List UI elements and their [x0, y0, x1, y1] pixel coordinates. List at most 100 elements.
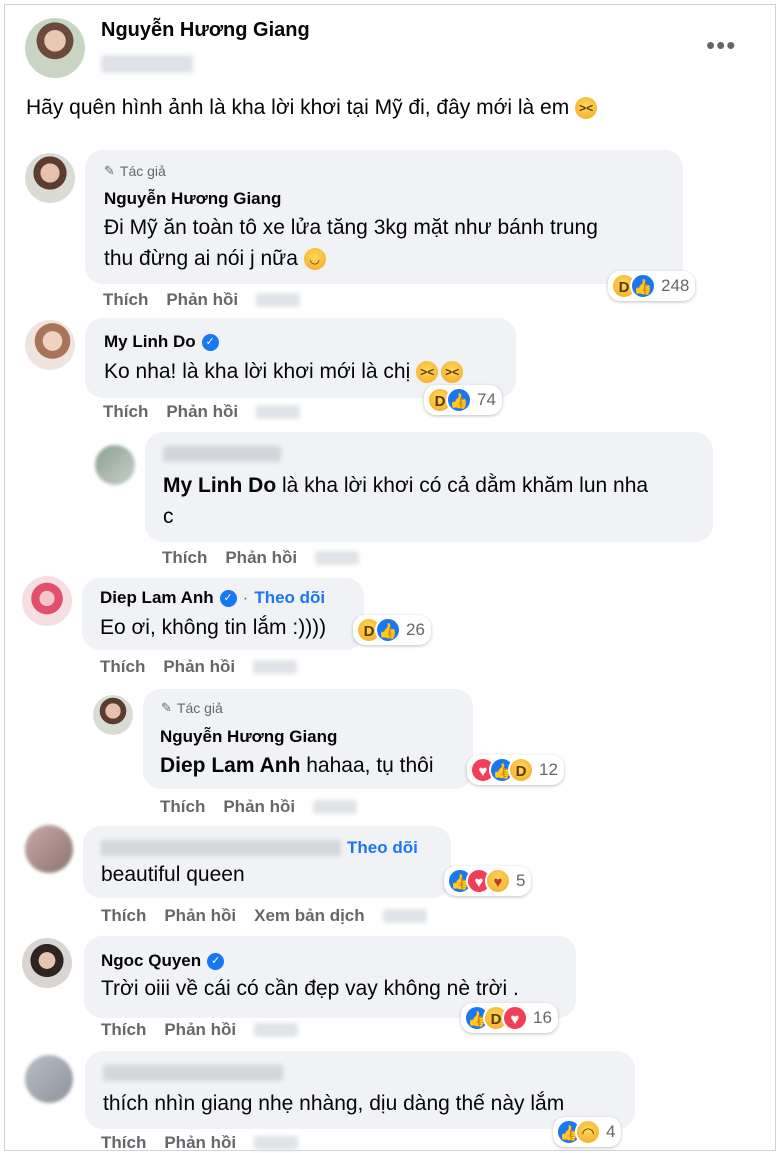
post-timestamp-blurred — [101, 55, 193, 73]
comment-actions: Thích Phản hồi — [162, 548, 360, 568]
timestamp-blurred — [313, 800, 358, 814]
more-options-icon[interactable]: ••• — [706, 30, 736, 61]
reaction-summary[interactable]: D 👍 248 — [608, 271, 696, 301]
pencil-icon: ✎ — [104, 163, 115, 178]
reply-action[interactable]: Phản hồi — [223, 797, 295, 817]
like-action[interactable]: Thích — [103, 290, 148, 310]
comment-line: c — [163, 505, 174, 528]
like-reaction-icon: 👍 — [375, 617, 401, 643]
reaction-summary[interactable]: ♥ 👍 D 12 — [467, 755, 564, 785]
like-action[interactable]: Thích — [101, 1133, 146, 1153]
timestamp-blurred — [254, 1136, 299, 1150]
avatar[interactable] — [22, 576, 72, 626]
mention-tag[interactable]: My Linh Do — [163, 474, 276, 497]
comment-line-text: Ko nha! là kha lời khơi mới là chị — [104, 360, 411, 383]
care-reaction-icon: ♥ — [485, 868, 511, 894]
avatar[interactable] — [95, 445, 135, 485]
like-action[interactable]: Thích — [160, 797, 205, 817]
author-badge: ✎ Tác giả — [104, 163, 166, 179]
laughing-face-icon: >< — [575, 97, 598, 120]
like-action[interactable]: Thích — [101, 1020, 146, 1040]
comment-author-name[interactable]: Diep Lam Anh ✓ · Theo dõi — [100, 588, 325, 608]
comment-actions: Thích Phản hồi — [103, 290, 301, 310]
comment-text: thích nhìn giang nhẹ nhàng, dịu dàng thế… — [103, 1088, 564, 1119]
reply-action[interactable]: Phản hồi — [163, 657, 235, 677]
blurred-name — [101, 840, 341, 856]
comment-text: Eo ơi, không tin lắm :)))) — [100, 612, 326, 643]
reaction-summary[interactable]: 👍 ◠ 4 — [553, 1117, 622, 1147]
comment-actions: Thích Phản hồi — [160, 797, 358, 817]
comment-author-name[interactable]: Ngoc Quyen ✓ — [101, 951, 225, 971]
comment-text: My Linh Do là kha lời khơi có cả dằm khă… — [163, 470, 648, 532]
comment-author-label[interactable]: Nguyễn Hương Giang — [104, 189, 281, 209]
follow-link[interactable]: Theo dõi — [254, 588, 325, 608]
post-text-content: Hãy quên hình ảnh là kha lời khơi tại Mỹ… — [26, 96, 570, 119]
reply-action[interactable]: Phản hồi — [225, 548, 297, 568]
comment-author-name-blurred[interactable] — [103, 1065, 283, 1081]
comment-text: Diep Lam Anh hahaa, tụ thôi — [160, 750, 434, 781]
laughing-face-icon: >< — [441, 361, 464, 384]
verified-badge-icon: ✓ — [201, 333, 219, 351]
translate-action[interactable]: Xem bản dịch — [254, 906, 365, 926]
like-action[interactable]: Thích — [101, 906, 146, 926]
like-reaction-icon: 👍 — [630, 273, 656, 299]
comment-line: thu đừng ai nói j nữa ◡ — [104, 243, 598, 274]
comment-line-text: thu đừng ai nói j nữa — [104, 247, 298, 270]
comment-author-name-blurred[interactable] — [163, 446, 281, 462]
comment-line-text: là kha lời khơi có cả dằm khăm lun nha — [282, 474, 649, 497]
reply-action[interactable]: Phản hồi — [166, 290, 238, 310]
comment-actions: Thích Phản hồi — [101, 1133, 299, 1153]
post-author-avatar[interactable] — [25, 18, 85, 78]
reply-action[interactable]: Phản hồi — [164, 1133, 236, 1153]
reply-action[interactable]: Phản hồi — [164, 906, 236, 926]
avatar[interactable] — [25, 153, 75, 203]
comment-actions: Thích Phản hồi — [103, 402, 301, 422]
comment-line-text: hahaa, tụ thôi — [306, 754, 434, 777]
comment-text: Ko nha! là kha lời khơi mới là chị >< >< — [104, 356, 464, 387]
post-text: Hãy quên hình ảnh là kha lời khơi tại Mỹ… — [26, 96, 598, 120]
avatar[interactable] — [25, 825, 73, 873]
avatar[interactable] — [25, 320, 75, 370]
comment-line-text: Trời oiii về cái có cần đẹp vay không nè… — [101, 977, 519, 1000]
relieved-face-icon: ◡ — [303, 248, 326, 271]
comment-author-name[interactable]: My Linh Do ✓ — [104, 332, 219, 352]
verified-badge-icon: ✓ — [219, 589, 237, 607]
comment-line: My Linh Do là kha lời khơi có cả dằm khă… — [163, 470, 648, 501]
reaction-summary[interactable]: D 👍 74 — [424, 385, 502, 415]
comment-author-label[interactable]: Ngoc Quyen — [101, 951, 201, 971]
timestamp-blurred — [256, 293, 301, 307]
reply-action[interactable]: Phản hồi — [164, 1020, 236, 1040]
avatar[interactable] — [22, 938, 72, 988]
reply-action[interactable]: Phản hồi — [166, 402, 238, 422]
verified-badge-icon: ✓ — [207, 952, 225, 970]
comment-author-name[interactable]: Nguyễn Hương Giang — [160, 727, 337, 747]
haha-reaction-icon: D — [508, 757, 534, 783]
comment-author-label[interactable]: Diep Lam Anh — [100, 588, 214, 608]
like-action[interactable]: Thích — [100, 657, 145, 677]
comment-line: Đi Mỹ ăn toàn tô xe lửa tăng 3kg mặt như… — [104, 216, 598, 239]
comment-author-label[interactable]: My Linh Do — [104, 332, 196, 352]
mention-tag[interactable]: Diep Lam Anh — [160, 754, 300, 777]
reaction-summary[interactable]: 👍 ♥ ♥ 5 — [444, 866, 532, 896]
comment-author-name-blurred[interactable]: Theo dõi — [101, 838, 418, 858]
comment-author-name[interactable]: Nguyễn Hương Giang — [104, 189, 281, 209]
like-action[interactable]: Thích — [162, 548, 207, 568]
separator-dot: · — [242, 588, 249, 607]
comment-actions: Thích Phản hồi — [100, 657, 298, 677]
reaction-count: 5 — [516, 871, 526, 890]
follow-link[interactable]: Theo dõi — [347, 838, 418, 858]
reaction-summary[interactable]: D 👍 26 — [353, 615, 431, 645]
timestamp-blurred — [253, 660, 298, 674]
reaction-summary[interactable]: 👍 D ♥ 16 — [461, 1003, 558, 1033]
timestamp-blurred — [315, 551, 360, 565]
post-author-name[interactable]: Nguyễn Hương Giang — [101, 19, 310, 42]
reaction-count: 26 — [406, 620, 425, 639]
sad-reaction-icon: ◠ — [575, 1119, 601, 1145]
author-badge-label: Tác giả — [119, 163, 166, 179]
avatar[interactable] — [25, 1055, 73, 1103]
timestamp-blurred — [256, 405, 301, 419]
avatar[interactable] — [93, 695, 133, 735]
comment-author-label[interactable]: Nguyễn Hương Giang — [160, 727, 337, 747]
comment-line-text: beautiful queen — [101, 863, 245, 886]
like-action[interactable]: Thích — [103, 402, 148, 422]
